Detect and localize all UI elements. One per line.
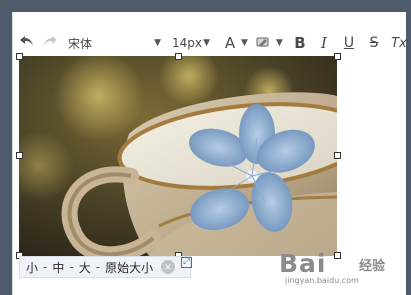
size-separator: - [69,260,74,274]
expand-icon[interactable]: ⤢ [181,257,192,268]
highlight-button[interactable] [252,33,272,53]
font-family-value: 宋体 [68,36,93,51]
font-family-select[interactable]: 宋体 ▼ [68,33,161,53]
underline-button[interactable]: U [340,33,358,53]
chevron-down-icon: ▼ [203,38,210,48]
editor-toolbar: 宋体 ▼ 14px ▼ A ▼ ▼ B I U S Tx [12,31,407,55]
resize-handle-left[interactable] [16,152,23,159]
watermark-brand-suffix: 经验 [359,259,386,274]
font-size-select[interactable]: 14px ▼ [172,33,210,53]
chevron-down-icon: ▼ [154,38,161,48]
size-large-link[interactable]: 大 [79,259,91,276]
font-color-button[interactable]: A [220,33,240,53]
window-frame-left [0,0,12,295]
redo-icon [43,34,58,52]
undo-icon [19,34,34,52]
highlight-dropdown-icon[interactable]: ▼ [276,38,283,48]
watermark: Bai 经验 jingyan.baidu.com [279,249,403,285]
highlight-icon [255,34,270,53]
resize-handle-top-left[interactable] [16,53,23,60]
resize-handle-top[interactable] [175,53,182,60]
close-icon[interactable]: × [161,260,175,274]
redo-button[interactable] [40,33,60,53]
resize-handle-top-right[interactable] [334,53,341,60]
watermark-brand: Bai [279,249,327,278]
size-original-link[interactable]: 原始大小 [105,259,153,276]
font-color-dropdown-icon[interactable]: ▼ [241,38,248,48]
resize-handle-right[interactable] [334,152,341,159]
font-size-value: 14px [172,36,202,50]
size-separator: - [95,260,101,274]
watermark-url: jingyan.baidu.com [285,276,359,285]
window-frame-top [0,0,411,12]
editor-image[interactable] [19,56,337,256]
font-color-label: A [224,34,236,52]
clear-format-button[interactable]: Tx [389,33,409,53]
size-separator: - [43,260,48,274]
size-medium-link[interactable]: 中 [52,259,64,276]
strikethrough-button[interactable]: S [365,33,383,53]
bold-button[interactable]: B [291,33,309,53]
italic-button[interactable]: I [315,33,333,53]
size-small-link[interactable]: 小 [26,259,38,276]
undo-button[interactable] [16,33,36,53]
